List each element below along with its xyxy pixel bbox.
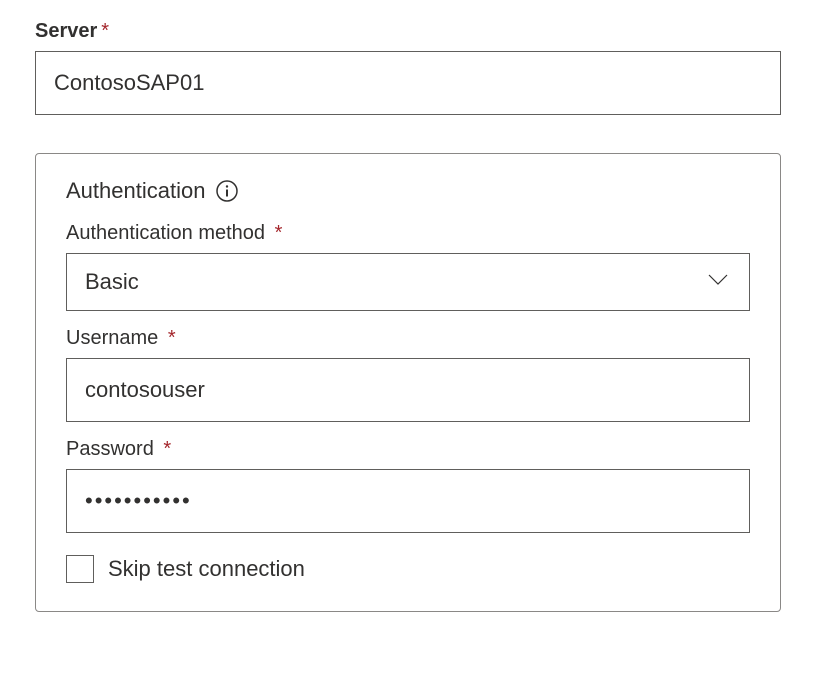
password-label-text: Password (66, 438, 154, 460)
required-asterisk: * (101, 20, 109, 42)
required-asterisk: * (162, 327, 175, 349)
auth-method-field-group: Authentication method * Basic (66, 222, 750, 311)
authentication-title: Authentication (66, 178, 205, 204)
authentication-section: Authentication Authentication method * B… (35, 153, 781, 612)
auth-method-select[interactable]: Basic (66, 253, 750, 311)
auth-method-selected-value: Basic (85, 269, 139, 295)
skip-test-label[interactable]: Skip test connection (108, 556, 305, 582)
authentication-header: Authentication (66, 178, 750, 204)
auth-method-label: Authentication method * (66, 222, 750, 245)
server-label-text: Server (35, 20, 97, 42)
required-asterisk: * (269, 222, 282, 244)
password-label: Password * (66, 438, 750, 461)
username-input[interactable] (66, 358, 750, 422)
password-field-group: Password * (66, 438, 750, 533)
server-field-group: Server* (35, 20, 781, 115)
username-field-group: Username * (66, 327, 750, 422)
required-asterisk: * (158, 438, 171, 460)
skip-test-row: Skip test connection (66, 555, 750, 583)
server-label: Server* (35, 20, 781, 43)
skip-test-checkbox[interactable] (66, 555, 94, 583)
server-input[interactable] (35, 51, 781, 115)
username-label-text: Username (66, 327, 158, 349)
auth-method-label-text: Authentication method (66, 222, 265, 244)
username-label: Username * (66, 327, 750, 350)
auth-method-select-wrapper: Basic (66, 253, 750, 311)
password-input[interactable] (66, 469, 750, 533)
info-icon[interactable] (215, 179, 239, 203)
